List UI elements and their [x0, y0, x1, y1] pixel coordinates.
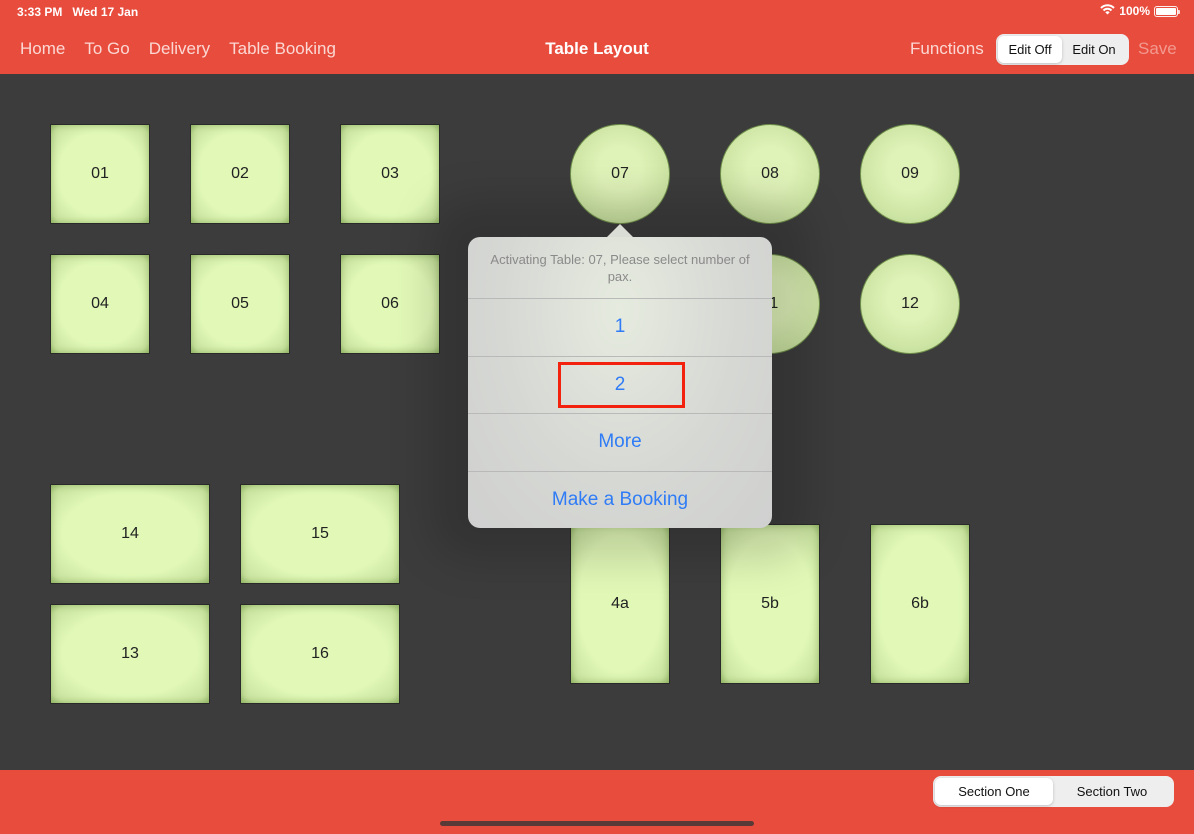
- edit-off-option[interactable]: Edit Off: [998, 36, 1062, 63]
- nav-table-booking[interactable]: Table Booking: [229, 39, 336, 59]
- nav-delivery[interactable]: Delivery: [149, 39, 210, 59]
- home-indicator[interactable]: [440, 821, 754, 826]
- section-toggle: Section One Section Two: [933, 776, 1174, 807]
- table-13[interactable]: 13: [50, 604, 210, 704]
- status-time: 3:33 PM Wed 17 Jan: [17, 5, 138, 19]
- table-6b[interactable]: 6b: [870, 524, 970, 684]
- nav-links: Home To Go Delivery Table Booking: [20, 39, 336, 59]
- popover-message: Activating Table: 07, Please select numb…: [468, 237, 772, 299]
- table-09[interactable]: 09: [860, 124, 960, 224]
- table-01[interactable]: 01: [50, 124, 150, 224]
- table-12[interactable]: 12: [860, 254, 960, 354]
- pax-option-more[interactable]: More: [468, 414, 772, 472]
- table-04[interactable]: 04: [50, 254, 150, 354]
- table-03[interactable]: 03: [340, 124, 440, 224]
- nav-home[interactable]: Home: [20, 39, 65, 59]
- table-02[interactable]: 02: [190, 124, 290, 224]
- edit-on-option[interactable]: Edit On: [1062, 36, 1126, 63]
- table-05[interactable]: 05: [190, 254, 290, 354]
- nav-to-go[interactable]: To Go: [84, 39, 129, 59]
- battery-icon: [1154, 5, 1180, 17]
- functions-button[interactable]: Functions: [910, 39, 984, 59]
- make-booking-option[interactable]: Make a Booking: [468, 472, 772, 529]
- status-indicators: 100%: [1100, 4, 1180, 18]
- pax-option-2[interactable]: 2: [468, 357, 772, 414]
- page-title: Table Layout: [545, 39, 649, 58]
- pax-option-1[interactable]: 1: [468, 299, 772, 357]
- date-label: Wed 17 Jan: [72, 5, 139, 19]
- table-15[interactable]: 15: [240, 484, 400, 584]
- battery-percent: 100%: [1119, 4, 1150, 18]
- edit-toggle: Edit Off Edit On: [996, 34, 1129, 65]
- table-16[interactable]: 16: [240, 604, 400, 704]
- popover-arrow: [606, 224, 634, 238]
- wifi-icon: [1100, 4, 1115, 18]
- top-bar: 3:33 PM Wed 17 Jan 100% Home To Go Deliv…: [0, 0, 1194, 74]
- pax-popover: Activating Table: 07, Please select numb…: [468, 237, 772, 528]
- save-button[interactable]: Save: [1138, 39, 1177, 59]
- section-one-tab[interactable]: Section One: [935, 778, 1053, 805]
- table-06[interactable]: 06: [340, 254, 440, 354]
- section-two-tab[interactable]: Section Two: [1053, 778, 1171, 805]
- table-14[interactable]: 14: [50, 484, 210, 584]
- time-label: 3:33 PM: [17, 5, 63, 19]
